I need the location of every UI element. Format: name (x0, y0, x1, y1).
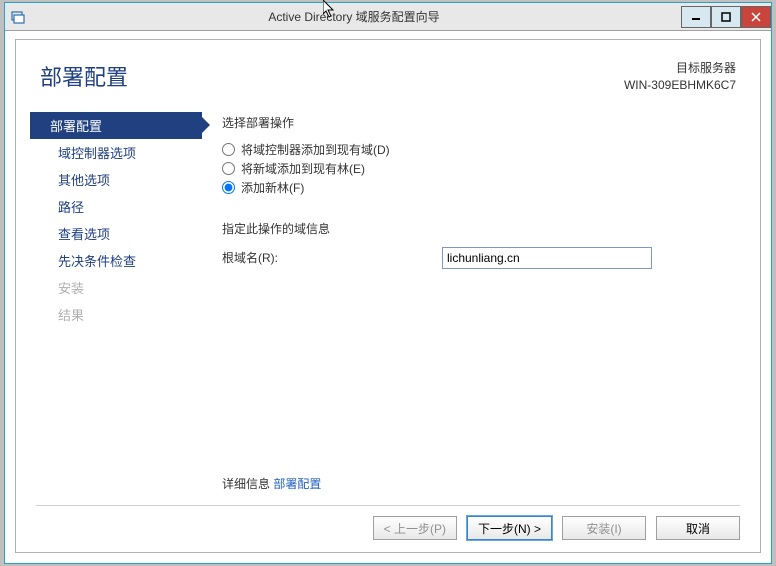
button-bar: < 上一步(P) 下一步(N) > 安装(I) 取消 (36, 505, 740, 540)
sidebar: 部署配置 域控制器选项 其他选项 路径 查看选项 先决条件检查 安装 结果 (30, 102, 202, 502)
radio-input-2[interactable] (222, 162, 235, 175)
wizard-window: Active Directory 域服务配置向导 部署配置 目标服务器 WIN-… (4, 2, 772, 564)
body: 部署配置 域控制器选项 其他选项 路径 查看选项 先决条件检查 安装 结果 选择… (16, 102, 760, 502)
sidebar-item-dc-options[interactable]: 域控制器选项 (30, 139, 202, 166)
next-button[interactable]: 下一步(N) > (467, 516, 552, 540)
radio-input-1[interactable] (222, 143, 235, 156)
root-domain-label: 根域名(R): (222, 249, 442, 266)
maximize-button[interactable] (711, 6, 741, 28)
target-server-label: 目标服务器 (624, 60, 736, 77)
cancel-button[interactable]: 取消 (656, 516, 740, 540)
sidebar-item-prereq-check[interactable]: 先决条件检查 (30, 247, 202, 274)
sidebar-item-install: 安装 (30, 274, 202, 301)
close-button[interactable] (741, 6, 771, 28)
window-controls (681, 6, 771, 28)
more-info-label: 详细信息 (222, 477, 270, 491)
content-frame: 部署配置 目标服务器 WIN-309EBHMK6C7 部署配置 域控制器选项 其… (15, 39, 761, 553)
root-domain-input[interactable] (442, 247, 652, 269)
sidebar-item-results: 结果 (30, 301, 202, 328)
target-server-info: 目标服务器 WIN-309EBHMK6C7 (624, 60, 736, 94)
sidebar-item-paths[interactable]: 路径 (30, 193, 202, 220)
previous-button: < 上一步(P) (373, 516, 457, 540)
install-button: 安装(I) (562, 516, 646, 540)
main-panel: 选择部署操作 将域控制器添加到现有域(D) 将新域添加到现有林(E) 添加新林(… (202, 102, 746, 502)
page-title: 部署配置 (40, 60, 128, 94)
minimize-button[interactable] (681, 6, 711, 28)
select-operation-label: 选择部署操作 (222, 114, 736, 131)
more-info-row: 详细信息 部署配置 (222, 475, 321, 492)
domain-info-label: 指定此操作的域信息 (222, 220, 736, 237)
titlebar-text: Active Directory 域服务配置向导 (27, 8, 681, 25)
radio-label-2: 将新域添加到现有林(E) (241, 160, 365, 177)
header: 部署配置 目标服务器 WIN-309EBHMK6C7 (16, 40, 760, 102)
radio-add-dc-existing-domain[interactable]: 将域控制器添加到现有域(D) (222, 141, 736, 158)
root-domain-row: 根域名(R): (222, 247, 736, 269)
app-icon (11, 10, 27, 24)
more-info-link[interactable]: 部署配置 (273, 477, 321, 491)
radio-add-domain-existing-forest[interactable]: 将新域添加到现有林(E) (222, 160, 736, 177)
domain-info-section: 指定此操作的域信息 根域名(R): (222, 220, 736, 269)
sidebar-item-review-options[interactable]: 查看选项 (30, 220, 202, 247)
radio-input-3[interactable] (222, 181, 235, 194)
radio-label-3: 添加新林(F) (241, 179, 304, 196)
sidebar-item-deployment-config[interactable]: 部署配置 (30, 112, 202, 139)
sidebar-item-other-options[interactable]: 其他选项 (30, 166, 202, 193)
radio-label-1: 将域控制器添加到现有域(D) (241, 141, 390, 158)
target-server-name: WIN-309EBHMK6C7 (624, 77, 736, 94)
radio-add-new-forest[interactable]: 添加新林(F) (222, 179, 736, 196)
titlebar: Active Directory 域服务配置向导 (5, 3, 771, 31)
